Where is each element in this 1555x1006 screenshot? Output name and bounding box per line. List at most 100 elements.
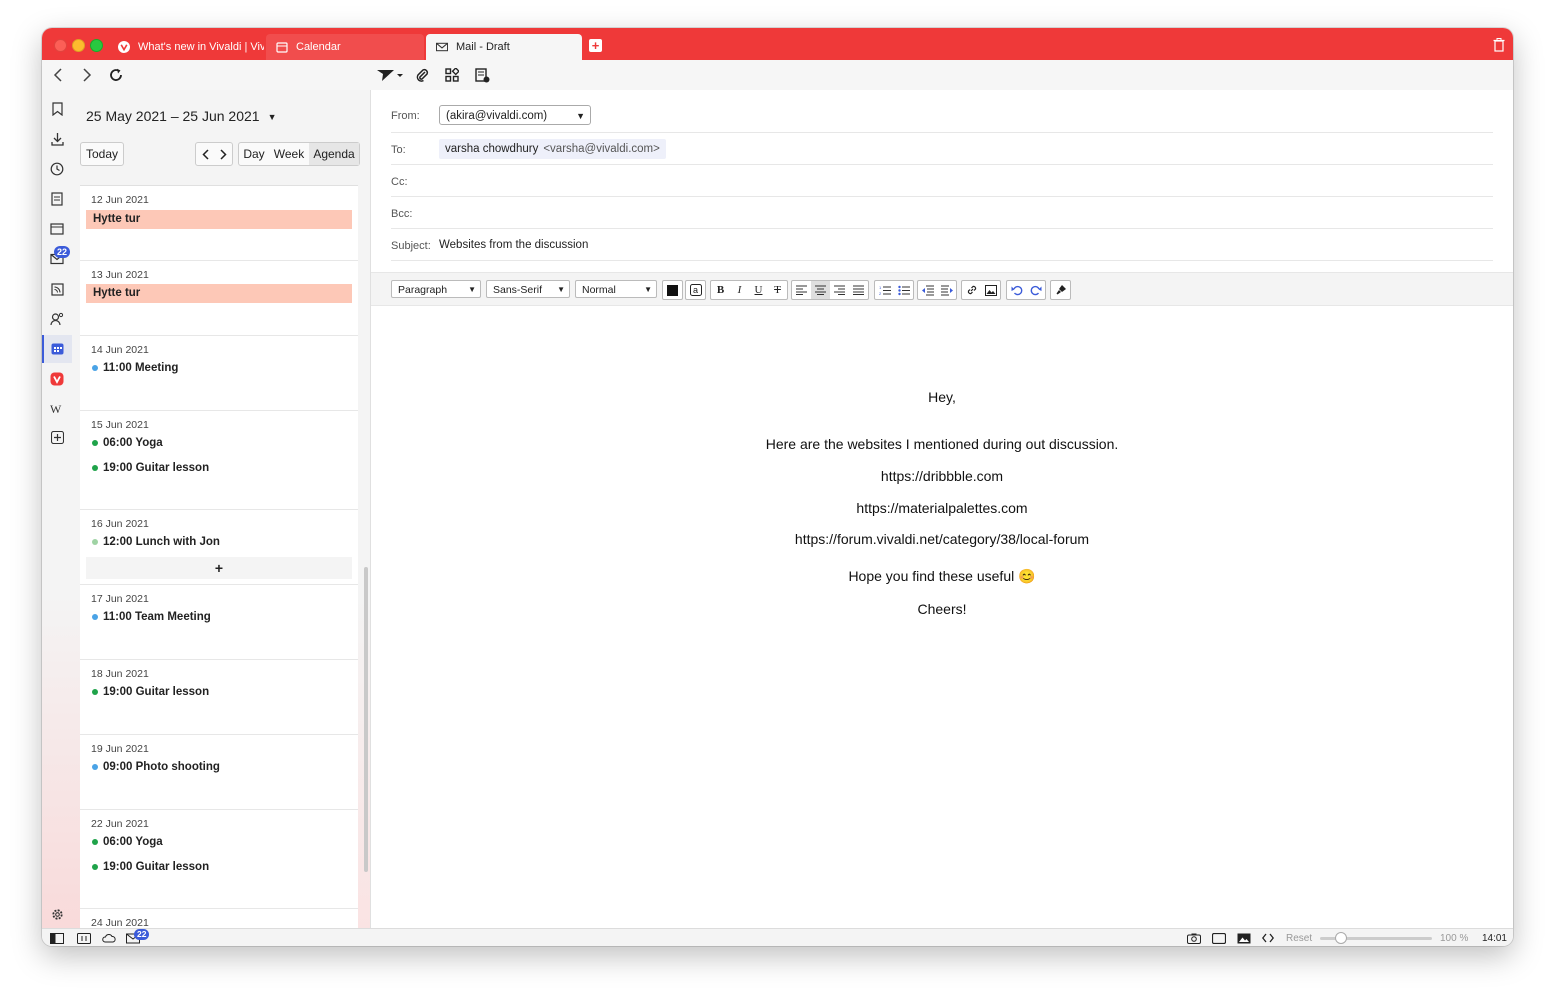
- body-link-vivaldi-forum[interactable]: https://forum.vivaldi.net/category/38/lo…: [371, 531, 1513, 547]
- camera-icon[interactable]: [1187, 932, 1201, 944]
- attach-button[interactable]: [413, 66, 431, 84]
- feeds-icon[interactable]: [50, 282, 64, 296]
- caret-down-icon: ▼: [644, 285, 652, 294]
- cc-label: Cc:: [391, 176, 408, 188]
- bold-button[interactable]: B: [711, 281, 730, 299]
- previous-period-button[interactable]: [196, 143, 214, 165]
- view-week-button[interactable]: Week: [269, 143, 309, 165]
- body-link-dribbble[interactable]: https://dribbble.com: [371, 468, 1513, 484]
- download-icon[interactable]: [50, 132, 64, 146]
- add-event-button[interactable]: +: [86, 557, 352, 579]
- clear-formatting-button[interactable]: [1051, 281, 1070, 299]
- align-center-button[interactable]: [811, 281, 830, 299]
- event-item[interactable]: 06:00 Yoga: [92, 836, 163, 848]
- insert-image-button[interactable]: [981, 281, 1000, 299]
- align-left-button[interactable]: [792, 281, 811, 299]
- page-tiling-icon[interactable]: [1212, 932, 1226, 944]
- undo-button[interactable]: [1007, 281, 1026, 299]
- cc-row[interactable]: Cc:: [391, 164, 1493, 197]
- event-item[interactable]: 12:00 Lunch with Jon: [92, 536, 220, 548]
- insert-link-button[interactable]: [962, 281, 981, 299]
- sync-cloud-icon[interactable]: [102, 932, 116, 944]
- subject-input[interactable]: Websites from the discussion: [439, 239, 588, 251]
- image-toggle-icon[interactable]: [1237, 932, 1251, 944]
- tab-calendar[interactable]: Calendar: [266, 34, 424, 60]
- date-range-label: 25 May 2021 – 25 Jun 2021: [86, 108, 260, 124]
- event-item[interactable]: 11:00 Team Meeting: [92, 611, 211, 623]
- send-icon: [377, 70, 403, 81]
- save-draft-button[interactable]: [473, 66, 491, 84]
- format-toolbar: Paragraph ▼ Sans-Serif ▼ Normal ▼ a B I U T: [371, 272, 1513, 306]
- font-size-select[interactable]: Normal ▼: [575, 280, 657, 298]
- paragraph-style-select[interactable]: Paragraph ▼: [391, 280, 481, 298]
- event-item[interactable]: Hytte tur: [86, 210, 352, 229]
- undo-icon: [1011, 285, 1022, 295]
- event-item[interactable]: 06:00 Yoga: [92, 437, 163, 449]
- bcc-row[interactable]: Bcc:: [391, 196, 1493, 229]
- settings-gear-icon[interactable]: [50, 907, 64, 921]
- back-button[interactable]: [49, 66, 67, 84]
- notes-icon[interactable]: [50, 192, 64, 206]
- apps-button[interactable]: [443, 66, 461, 84]
- vivaldi-icon: [118, 41, 130, 53]
- tile-window-icon[interactable]: [77, 932, 91, 944]
- event-item[interactable]: 11:00 Meeting: [92, 362, 178, 374]
- forward-button[interactable]: [78, 66, 96, 84]
- trash-icon[interactable]: [1493, 38, 1505, 52]
- bullet-list-button[interactable]: [894, 281, 913, 299]
- send-button[interactable]: [375, 66, 405, 84]
- close-window-button[interactable]: [54, 39, 67, 52]
- history-icon[interactable]: [50, 162, 64, 176]
- text-color-button[interactable]: [663, 281, 682, 299]
- from-select[interactable]: (akira@vivaldi.com) ▼: [439, 105, 591, 125]
- indent-button[interactable]: [937, 281, 956, 299]
- zoom-reset-button[interactable]: Reset: [1286, 933, 1312, 944]
- zoom-slider-handle[interactable]: [1335, 932, 1347, 944]
- outdent-button[interactable]: [918, 281, 937, 299]
- add-panel-icon[interactable]: [50, 430, 64, 444]
- window-icon[interactable]: [50, 222, 64, 236]
- tab-whats-new[interactable]: What's new in Vivaldi | Vivaldi Browser: [108, 34, 264, 60]
- tab-bar: What's new in Vivaldi | Vivaldi Browser …: [42, 28, 1513, 60]
- next-period-button[interactable]: [214, 143, 232, 165]
- underline-button[interactable]: U: [749, 281, 768, 299]
- date-range-selector[interactable]: 25 May 2021 – 25 Jun 2021 ▼: [86, 108, 277, 124]
- bookmark-icon[interactable]: [50, 102, 64, 116]
- strikethrough-button[interactable]: T: [768, 281, 787, 299]
- today-button[interactable]: Today: [80, 142, 124, 166]
- text-style-group: B I U T: [710, 280, 788, 300]
- event-item[interactable]: 19:00 Guitar lesson: [92, 462, 209, 474]
- vivaldi-panel-icon[interactable]: [50, 372, 64, 386]
- scrollbar-thumb[interactable]: [364, 567, 368, 872]
- italic-button[interactable]: I: [730, 281, 749, 299]
- reload-button[interactable]: [107, 66, 125, 84]
- from-value: (akira@vivaldi.com): [446, 110, 548, 122]
- minimize-window-button[interactable]: [72, 39, 85, 52]
- recipient-chip[interactable]: varsha chowdhury <varsha@vivaldi.com>: [439, 139, 666, 159]
- agenda-scrollbar[interactable]: [362, 185, 370, 928]
- body-link-materialpalettes[interactable]: https://materialpalettes.com: [371, 500, 1513, 516]
- view-day-button[interactable]: Day: [239, 143, 269, 165]
- highlight-color-button[interactable]: a: [686, 281, 705, 299]
- font-family-select[interactable]: Sans-Serif ▼: [486, 280, 570, 298]
- subject-row[interactable]: Subject: Websites from the discussion: [391, 228, 1493, 261]
- event-item[interactable]: 09:00 Photo shooting: [92, 761, 220, 773]
- new-tab-button[interactable]: +: [589, 39, 602, 52]
- panel-bar: 22 W: [42, 90, 81, 928]
- contacts-icon[interactable]: [50, 312, 64, 326]
- zoom-window-button[interactable]: [90, 39, 103, 52]
- event-item[interactable]: 19:00 Guitar lesson: [92, 686, 209, 698]
- calendar-panel-icon[interactable]: [50, 342, 64, 356]
- panel-toggle-icon[interactable]: [50, 932, 64, 944]
- tab-mail-draft[interactable]: Mail - Draft: [426, 34, 582, 60]
- justify-button[interactable]: [849, 281, 868, 299]
- redo-button[interactable]: [1026, 281, 1045, 299]
- view-agenda-button[interactable]: Agenda: [309, 143, 359, 165]
- event-item[interactable]: Hytte tur: [86, 284, 352, 303]
- align-right-button[interactable]: [830, 281, 849, 299]
- event-color-dot: [92, 764, 98, 770]
- code-icon[interactable]: [1261, 932, 1275, 944]
- wikipedia-icon[interactable]: W: [50, 402, 64, 416]
- ordered-list-button[interactable]: 12: [875, 281, 894, 299]
- event-item[interactable]: 19:00 Guitar lesson: [92, 861, 209, 873]
